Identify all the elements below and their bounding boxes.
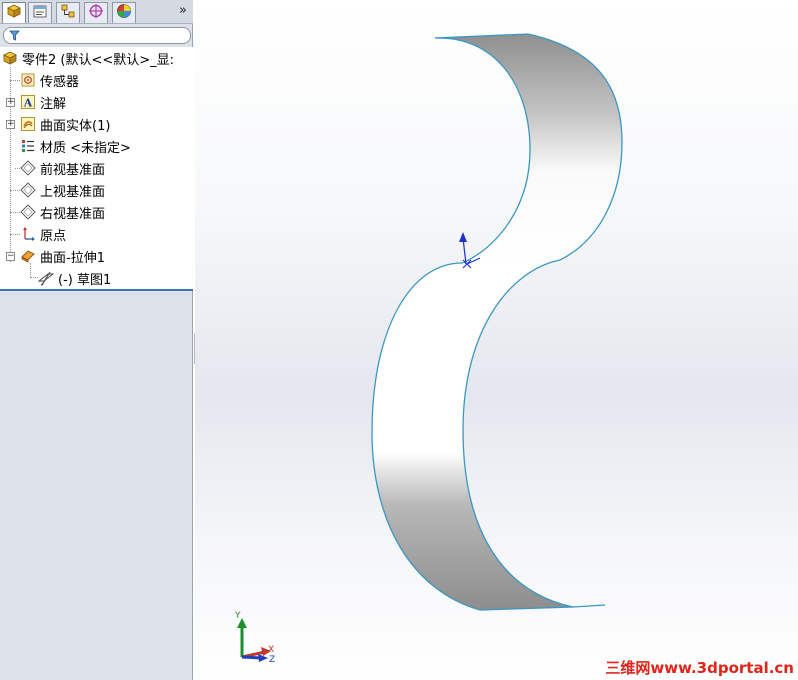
surface-upper-lobe: [434, 33, 623, 264]
tab-dimxpert-manager[interactable]: [84, 2, 108, 23]
tree-item-label: 曲面实体(1): [40, 118, 111, 134]
tree-item-front-plane[interactable]: 前视基准面: [20, 157, 213, 179]
reference-triad: Y X Z: [234, 611, 275, 665]
plane-icon: [20, 204, 36, 220]
sensor-icon: [20, 72, 36, 88]
triad-z-label: Z: [269, 655, 275, 665]
tree-item-origin[interactable]: 原点: [20, 223, 213, 245]
surface-bodies-icon: [20, 116, 36, 132]
tree-item-annotations[interactable]: A 注解: [20, 91, 213, 113]
sketch-icon: [38, 270, 54, 286]
material-icon: [20, 138, 36, 154]
plane-icon: [20, 160, 36, 176]
tree-item-top-plane[interactable]: 上视基准面: [20, 179, 213, 201]
tab-feature-manager[interactable]: [2, 2, 26, 23]
tree-item-label: 右视基准面: [40, 206, 106, 222]
tree-bottom-separator: [0, 289, 193, 291]
tree-item-label: 传感器: [40, 74, 80, 90]
tree-item-label: 材质 <未指定>: [40, 140, 131, 156]
tree-item-label: 上视基准面: [40, 184, 106, 200]
tree-item-surface-bodies[interactable]: 曲面实体(1): [20, 113, 213, 135]
part-icon: [2, 50, 18, 66]
model-view: Y X Z: [234, 33, 623, 665]
tree-item-material[interactable]: 材质 <未指定>: [20, 135, 213, 157]
tree-item-label: 原点: [40, 228, 67, 244]
annotation-icon: A: [20, 94, 36, 110]
tree-item-label: (-) 草图1: [58, 272, 112, 288]
configuration-icon: [60, 3, 76, 23]
tree-item-right-plane[interactable]: 右视基准面: [20, 201, 213, 223]
property-manager-icon: [32, 3, 48, 23]
graphics-area[interactable]: Y X Z 三维网www.3dportal.cn: [195, 0, 798, 680]
tree-root-part[interactable]: 零件2 (默认<<默认>_显:: [2, 47, 195, 69]
tab-display-manager[interactable]: [112, 2, 136, 23]
plane-icon: [20, 182, 36, 198]
manager-tab-bar: »: [0, 0, 193, 24]
triad-y-label: Y: [234, 611, 241, 621]
tree-item-label: 曲面-拉伸1: [40, 250, 105, 266]
tree-root-label: 零件2 (默认<<默认>_显:: [22, 52, 175, 68]
feature-tree: 零件2 (默认<<默认>_显: 传感器 + A 注解 + 曲面实体(1) 材质 …: [0, 47, 193, 290]
tab-configuration-manager[interactable]: [56, 2, 80, 23]
tree-item-surface-extrude[interactable]: 曲面-拉伸1: [20, 245, 213, 267]
tree-filter-input[interactable]: [3, 27, 191, 44]
svg-text:A: A: [23, 97, 33, 110]
tree-item-sensors[interactable]: 传感器: [20, 69, 213, 91]
feature-manager-panel: » 零件2 (默认<<默认>_显: 传感器 + A 注解 + 曲面实体(1) 材…: [0, 0, 193, 680]
more-tabs-button[interactable]: »: [176, 2, 190, 20]
feature-tree-icon: [6, 3, 22, 23]
origin-icon: [20, 226, 36, 242]
collapse-surface-extrude-toggle[interactable]: −: [6, 252, 15, 261]
tab-property-manager[interactable]: [28, 2, 52, 23]
tree-item-label: 注解: [40, 96, 67, 112]
expand-annotations-toggle[interactable]: +: [6, 98, 15, 107]
expand-surface-bodies-toggle[interactable]: +: [6, 120, 15, 129]
surface-lower-lobe: [371, 259, 606, 611]
surface-extrude-icon: [20, 248, 36, 264]
dimxpert-icon: [88, 3, 104, 23]
triad-x-label: X: [268, 645, 274, 655]
tree-item-label: 前视基准面: [40, 162, 106, 178]
display-manager-icon: [116, 3, 132, 23]
site-watermark: 三维网www.3dportal.cn: [605, 659, 794, 677]
